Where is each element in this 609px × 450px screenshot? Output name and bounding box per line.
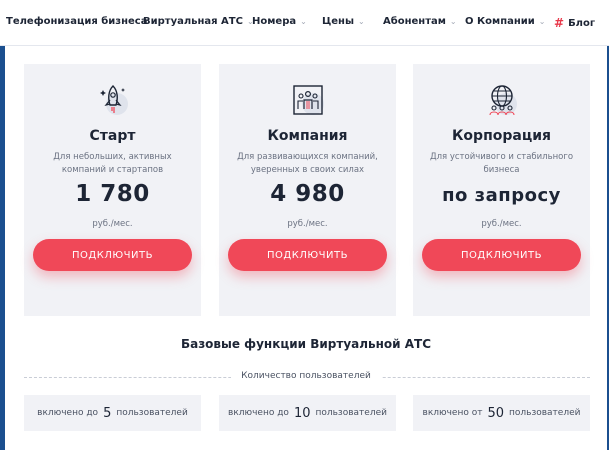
- nav-item-blog[interactable]: # Блог: [554, 16, 595, 30]
- users-prefix: включено от: [422, 408, 483, 418]
- users-suffix: пользователей: [509, 408, 581, 418]
- globe-people-icon: [488, 85, 517, 116]
- nav-item-numbers[interactable]: Номера ⌄: [252, 16, 307, 27]
- plan-price-unit: руб./мес.: [287, 219, 328, 229]
- chevron-down-icon: ⌄: [358, 17, 365, 26]
- users-heading: Количество пользователей: [5, 371, 607, 381]
- nav-item-label: Виртуальная АТС: [143, 16, 243, 27]
- plan-card-corporation: Корпорация Для устойчивого и стабильного…: [413, 64, 590, 316]
- users-heading-label: Количество пользователей: [231, 371, 381, 381]
- plan-title: Компания: [267, 128, 348, 144]
- nav-item-label: Цены: [322, 16, 355, 27]
- plan-title: Корпорация: [451, 128, 552, 144]
- users-suffix: пользователей: [116, 408, 188, 418]
- nav-item-label: Телефонизация бизнеса: [6, 16, 148, 27]
- nav-item-about[interactable]: О Компании ⌄: [465, 16, 545, 27]
- hash-icon: #: [554, 16, 565, 30]
- plan-description: Для устойчивого и стабильного бизнеса: [429, 152, 574, 175]
- connect-button[interactable]: ПОДКЛЮЧИТЬ: [228, 239, 387, 271]
- chevron-down-icon: ⌄: [300, 17, 307, 26]
- connect-button[interactable]: ПОДКЛЮЧИТЬ: [33, 239, 192, 271]
- users-count: 10: [293, 405, 311, 421]
- team-icon: [292, 85, 324, 115]
- rocket-icon: [99, 85, 128, 115]
- plan-price-unit: руб./мес.: [92, 219, 133, 229]
- users-count-corporation: включено от 50 пользователей: [413, 395, 590, 431]
- pricing-panel: Старт Для небольших, активных компаний и…: [5, 46, 607, 450]
- plan-title: Старт: [89, 128, 136, 144]
- nav-item-label: О Компании: [465, 16, 535, 27]
- users-suffix: пользователей: [315, 408, 387, 418]
- plan-price: по запросу: [442, 185, 561, 206]
- features-title: Базовые функции Виртуальной АТС: [180, 337, 432, 351]
- users-count: 5: [103, 405, 112, 421]
- plan-price: 1 780: [75, 181, 150, 207]
- plan-price-unit: руб./мес.: [481, 219, 522, 229]
- nav-item-label: Номера: [252, 16, 297, 27]
- plan-description: Для небольших, активных компаний и старт…: [53, 152, 172, 175]
- plan-card-start: Старт Для небольших, активных компаний и…: [24, 64, 201, 316]
- nav-item-prices[interactable]: Цены ⌄: [322, 16, 365, 27]
- top-navigation: Телефонизация бизнеса ⌄ Виртуальная АТС …: [0, 0, 609, 46]
- chevron-down-icon: ⌄: [449, 17, 457, 26]
- users-prefix: включено до: [37, 408, 99, 418]
- nav-item-virtual-pbx[interactable]: Виртуальная АТС ⌄: [143, 16, 254, 27]
- users-prefix: включено до: [228, 408, 289, 418]
- connect-button[interactable]: ПОДКЛЮЧИТЬ: [422, 239, 581, 271]
- plan-price: 4 980: [270, 181, 345, 207]
- users-count: 50: [487, 405, 504, 421]
- users-count-start: включено до 5 пользователей: [24, 395, 201, 431]
- nav-item-subscribers[interactable]: Абонентам ⌄: [383, 16, 457, 27]
- nav-item-label: Абонентам: [383, 16, 446, 27]
- chevron-down-icon: ⌄: [538, 17, 546, 26]
- nav-item-label: Блог: [568, 17, 596, 29]
- nav-item-telephony[interactable]: Телефонизация бизнеса ⌄: [6, 16, 158, 27]
- users-count-company: включено до 10 пользователей: [219, 395, 396, 431]
- plan-card-company: Компания Для развивающихся компаний, уве…: [219, 64, 396, 316]
- plan-description: Для развивающихся компаний, уверенных в …: [237, 152, 378, 175]
